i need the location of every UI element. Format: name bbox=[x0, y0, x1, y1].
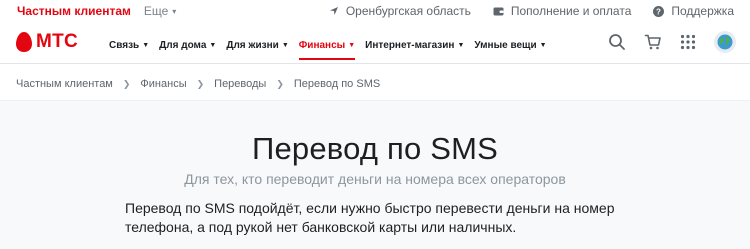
chevron-down-icon: ▾ bbox=[172, 6, 177, 16]
chevron-right-icon: ❯ bbox=[122, 78, 131, 89]
main-menu: Связь ▼ Для дома ▼ Для жизни ▼ Финансы ▼… bbox=[109, 37, 557, 63]
chevron-down-icon: ▼ bbox=[348, 41, 356, 49]
breadcrumb-link-finansy[interactable]: Финансы bbox=[140, 78, 186, 90]
nav-item-label: Для жизни bbox=[226, 39, 279, 51]
nav-item-dlya-zhizni[interactable]: Для жизни ▼ bbox=[226, 32, 288, 58]
segment-more-dropdown[interactable]: Еще ▾ bbox=[144, 4, 176, 18]
nav-item-label: Финансы bbox=[298, 39, 346, 51]
segment-switcher: Частным клиентам Еще ▾ bbox=[17, 4, 176, 18]
nav-item-dlya-doma[interactable]: Для дома ▼ bbox=[159, 32, 216, 58]
chevron-down-icon: ▼ bbox=[457, 41, 465, 49]
chevron-right-icon: ❯ bbox=[196, 78, 205, 89]
wallet-icon bbox=[493, 7, 504, 16]
nav-item-finansy[interactable]: Финансы ▼ bbox=[298, 32, 356, 60]
nav-actions bbox=[590, 31, 736, 53]
chevron-right-icon: ❯ bbox=[276, 78, 284, 89]
payment-link[interactable]: Пополнение и оплата bbox=[493, 4, 632, 18]
page-title: Перевод по SMS bbox=[251, 131, 498, 166]
hero-section: Перевод по SMS Для тех, кто переводит де… bbox=[0, 101, 750, 249]
region-label: Оренбургская область bbox=[345, 4, 471, 18]
chevron-down-icon: ▼ bbox=[281, 41, 289, 49]
breadcrumb: Частным клиентам ❯ Финансы ❯ Переводы ❯ … bbox=[16, 78, 380, 90]
support-label: Поддержка bbox=[671, 4, 734, 18]
nav-item-internet-magazin[interactable]: Интернет-магазин ▼ bbox=[365, 32, 464, 58]
location-icon bbox=[329, 7, 338, 15]
nav-item-umnye-veshchi[interactable]: Умные вещи ▼ bbox=[474, 32, 546, 58]
segment-more-label: Еще bbox=[143, 4, 169, 18]
brand-wordmark: МТС bbox=[36, 31, 79, 52]
main-navigation: МТС Связь ▼ Для дома ▼ Для жизни ▼ Финан… bbox=[0, 24, 750, 64]
nav-item-label: Связь bbox=[109, 39, 140, 51]
cart-icon[interactable] bbox=[644, 33, 662, 51]
nav-item-label: Интернет-магазин bbox=[365, 39, 455, 51]
top-bar: Частным клиентам Еще ▾ Оренбургская обла… bbox=[0, 0, 750, 24]
page-subtitle: Для тех, кто переводит деньги на номера … bbox=[184, 171, 566, 187]
breadcrumb-link-private-clients[interactable]: Частным клиентам bbox=[16, 78, 113, 90]
svg-text:?: ? bbox=[656, 7, 661, 16]
segment-private-clients[interactable]: Частным клиентам bbox=[17, 4, 131, 18]
chevron-down-icon: ▼ bbox=[209, 41, 217, 49]
nav-item-svyaz[interactable]: Связь ▼ bbox=[109, 32, 149, 58]
apps-grid-icon[interactable] bbox=[680, 34, 696, 50]
nav-item-label: Умные вещи bbox=[474, 39, 537, 51]
region-selector[interactable]: Оренбургская область bbox=[329, 4, 471, 18]
profile-avatar-icon[interactable] bbox=[714, 31, 736, 53]
support-link[interactable]: ? Поддержка bbox=[653, 4, 734, 18]
breadcrumb-current: Перевод по SMS bbox=[293, 78, 381, 90]
mts-logo[interactable]: МТС bbox=[15, 31, 78, 53]
intro-paragraph: Перевод по SMS подойдёт, если нужно быст… bbox=[125, 200, 615, 235]
help-icon: ? bbox=[653, 5, 665, 17]
search-icon[interactable] bbox=[608, 33, 626, 51]
nav-item-label: Для дома bbox=[159, 39, 207, 51]
egg-logo-icon bbox=[16, 32, 32, 52]
payment-label: Пополнение и оплата bbox=[510, 4, 632, 18]
top-utility-links: Оренбургская область Пополнение и оплата… bbox=[307, 4, 734, 18]
chevron-down-icon: ▼ bbox=[142, 41, 150, 49]
chevron-down-icon: ▼ bbox=[539, 41, 547, 49]
breadcrumb-link-perevody[interactable]: Переводы bbox=[214, 78, 266, 90]
